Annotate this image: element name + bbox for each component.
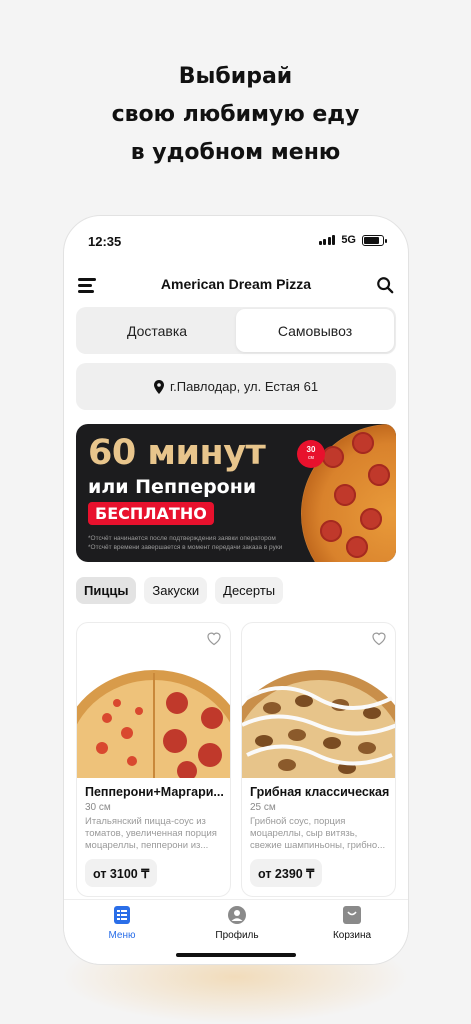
cart-icon [343, 906, 361, 924]
product-name: Пепперони+Маргари... [85, 785, 224, 799]
tab-cart-label: Корзина [332, 930, 372, 941]
product-description: Грибной соус, порция моцареллы, сыр витя… [250, 816, 386, 851]
product-name: Грибная классическая [250, 785, 390, 799]
phone-frame: 12:35 5G American Dream Pizza Доставка С… [63, 215, 409, 965]
banner-line-1: 60 минут [88, 433, 266, 473]
price-button[interactable]: от 3100 ₸ [85, 859, 158, 887]
size-badge: 30 см [297, 440, 325, 468]
home-indicator[interactable] [176, 953, 296, 957]
status-bar: 12:35 5G [64, 216, 408, 266]
product-description: Итальянский пицца-соус из томатов, увели… [85, 816, 217, 851]
address-selector[interactable]: г.Павлодар, ул. Естая 61 [76, 363, 396, 410]
headline-line-3: в удобном меню [130, 140, 341, 165]
tab-profile[interactable]: Профиль [197, 906, 277, 941]
banner-line-2: или Пепперони [88, 476, 257, 498]
tab-menu[interactable]: Меню [82, 906, 162, 941]
status-indicators: 5G [318, 234, 387, 246]
app-bar: American Dream Pizza [64, 272, 408, 298]
category-snacks[interactable]: Закуски [144, 577, 208, 604]
pizza-image [77, 663, 230, 778]
order-mode-toggle: Доставка Самовывоз [76, 307, 396, 354]
product-card[interactable]: Грибная классическая 25 см Грибной соус,… [241, 622, 396, 897]
app-title: American Dream Pizza [160, 276, 312, 292]
category-desserts[interactable]: Десерты [215, 577, 284, 604]
tab-menu-label: Меню [108, 930, 136, 941]
pepperoni-slice [368, 464, 390, 486]
pepperoni-slice [320, 520, 342, 542]
pizza-image [242, 663, 395, 778]
pepperoni-slice [352, 432, 374, 454]
product-list: Пепперони+Маргари... 30 см Итальянский п… [76, 622, 396, 897]
category-tabs: Пиццы Закуски Десерты [76, 577, 284, 604]
heart-icon[interactable] [371, 631, 387, 646]
price-button[interactable]: от 2390 ₸ [250, 859, 323, 887]
tab-cart[interactable]: Корзина [312, 906, 392, 941]
address-text: г.Павлодар, ул. Естая 61 [169, 379, 319, 394]
menu-list-icon [114, 906, 130, 924]
product-size: 30 см [85, 802, 111, 813]
product-size: 25 см [250, 802, 276, 813]
promo-banner[interactable]: 30 см 60 минут или Пепперони БЕСПЛАТНО *… [76, 424, 396, 562]
headline-line-2: свою любимую еду [111, 102, 360, 127]
battery-icon [362, 234, 387, 246]
tab-profile-label: Профиль [215, 930, 259, 941]
fine-print-1: *Отсчёт начинается после подтверждения з… [88, 535, 276, 542]
network-label: 5G [341, 234, 356, 246]
pepperoni-slice [360, 508, 382, 530]
pepperoni-slice [322, 446, 344, 468]
category-pizzas[interactable]: Пиццы [76, 577, 137, 604]
search-icon[interactable] [376, 276, 394, 294]
heart-icon[interactable] [206, 631, 222, 646]
product-card[interactable]: Пепперони+Маргари... 30 см Итальянский п… [76, 622, 231, 897]
location-pin-icon [153, 379, 164, 394]
badge-value: 30 [306, 445, 316, 454]
status-time: 12:35 [88, 234, 122, 249]
promo-headline: Выбирай свою любимую еду в удобном меню [0, 58, 471, 172]
fine-print-2: *Отсчёт времени завершается в момент пер… [88, 544, 283, 551]
headline-line-1: Выбирай [178, 64, 293, 89]
banner-line-3: БЕСПЛАТНО [88, 502, 214, 525]
pickup-option[interactable]: Самовывоз [236, 309, 394, 352]
profile-icon [228, 906, 246, 924]
pepperoni-slice [346, 536, 368, 558]
delivery-option[interactable]: Доставка [78, 309, 236, 352]
banner-fine-print: *Отсчёт начинается после подтверждения з… [88, 534, 308, 552]
signal-icon [318, 235, 336, 245]
badge-unit: см [308, 455, 314, 461]
pepperoni-slice [334, 484, 356, 506]
